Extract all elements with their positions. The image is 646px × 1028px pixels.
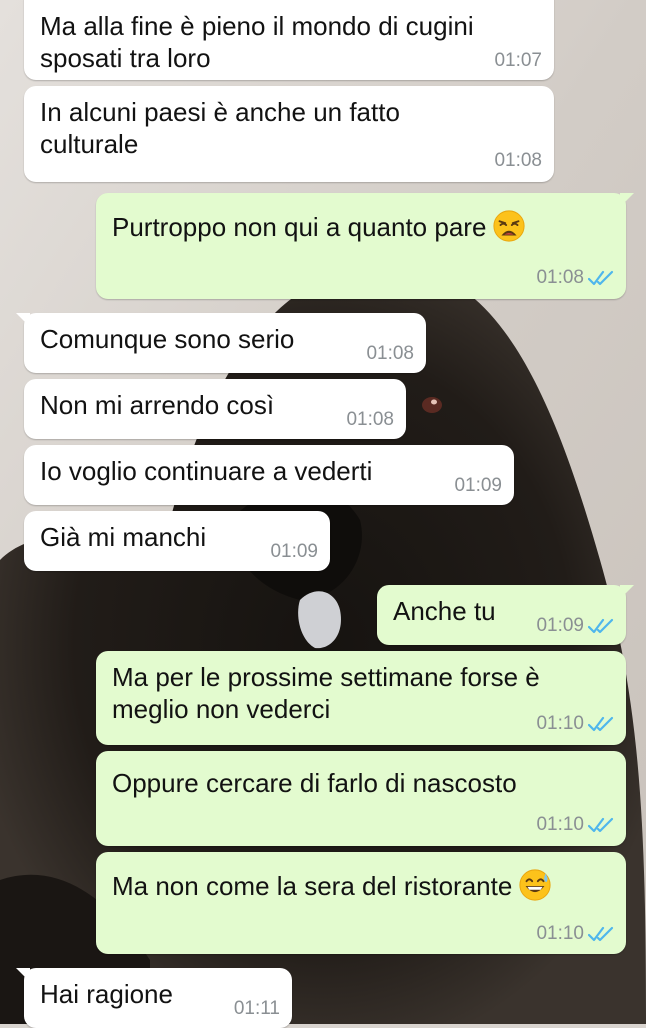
message-meta: 01:08 [494, 150, 542, 172]
double-check-icon [588, 618, 614, 634]
message-text-line: In alcuni paesi è anche un fatto [40, 97, 400, 127]
outgoing-message-bubble[interactable]: Ma non come la sera del ristorante 01:10 [96, 852, 626, 954]
bubble-tail [620, 193, 634, 207]
outgoing-message-bubble[interactable]: Anche tu 01:09 [377, 585, 634, 645]
message-timestamp: 01:09 [454, 475, 502, 496]
message-timestamp: 01:11 [233, 998, 280, 1019]
message-text-line: sposati tra loro [40, 43, 211, 73]
message-text: Oppure cercare di farlo di nascosto [112, 761, 612, 799]
double-check-icon [588, 926, 614, 942]
message-timestamp: 01:10 [536, 814, 584, 835]
message-text-line: Anche tu [393, 596, 496, 626]
double-check-icon [588, 716, 614, 732]
message-text: Non mi arrendo così [40, 389, 392, 421]
message-timestamp: 01:10 [536, 713, 584, 734]
weary-face-emoji [493, 210, 525, 242]
message-meta: 01:07 [494, 50, 542, 72]
double-check-icon [588, 817, 614, 833]
incoming-message-bubble[interactable]: Già mi manchi 01:09 [24, 511, 330, 571]
message-text: Comunque sono serio [40, 323, 412, 355]
message-text-line: Oppure cercare di farlo di nascosto [112, 768, 517, 798]
message-timestamp: 01:08 [494, 150, 542, 171]
message-meta: 01:09 [270, 541, 318, 563]
incoming-message-bubble[interactable]: Comunque sono serio 01:08 [16, 313, 426, 373]
incoming-message-bubble[interactable]: In alcuni paesi è anche un fatto cultural… [24, 86, 554, 182]
outgoing-message-bubble[interactable]: Ma per le prossime settimane forse è megl… [96, 651, 626, 745]
message-meta: 01:10 [536, 814, 614, 836]
outgoing-message-bubble[interactable]: Purtroppo non qui a quanto pare 01:08 [96, 193, 634, 299]
message-meta: 01:10 [536, 923, 614, 945]
bubble-tail [16, 968, 30, 982]
message-timestamp: 01:10 [536, 923, 584, 944]
message-text-line: Ma alla fine è pieno il mondo di cugini [40, 11, 474, 41]
incoming-message-bubble[interactable]: Hai ragione 01:11 [16, 968, 292, 1028]
message-meta: 01:08 [366, 343, 414, 365]
message-text-line: Purtroppo non qui a quanto pare [112, 212, 487, 242]
incoming-message-bubble[interactable]: Io voglio continuare a vederti 01:09 [24, 445, 514, 505]
bubble-tail [16, 313, 30, 327]
message-text-line: Hai ragione [40, 979, 173, 1009]
message-timestamp: 01:08 [536, 267, 584, 288]
bubble-tail [28, 0, 30, 2]
message-meta: 01:09 [536, 615, 614, 637]
incoming-message-bubble[interactable]: Non mi arrendo così 01:08 [24, 379, 406, 439]
message-text: In alcuni paesi è anche un fatto cultural… [40, 96, 540, 160]
grinning-sweat-emoji [519, 869, 551, 901]
message-text: Ma alla fine è pieno il mondo di cugini s… [40, 10, 540, 74]
message-text: Ma non come la sera del ristorante [112, 862, 612, 902]
incoming-message-bubble[interactable]: Ma alla fine è pieno il mondo di cugini s… [24, 0, 554, 80]
message-text-line: Ma per le prossime settimane forse è [112, 662, 540, 692]
bubble-tail [620, 585, 634, 599]
message-meta: 01:10 [536, 713, 614, 735]
message-timestamp: 01:07 [494, 50, 542, 71]
message-timestamp: 01:08 [366, 343, 414, 364]
message-timestamp: 01:09 [270, 541, 318, 562]
double-check-icon [588, 270, 614, 286]
message-timestamp: 01:09 [536, 615, 584, 636]
message-meta: 01:08 [346, 409, 394, 431]
message-text: Io voglio continuare a vederti [40, 455, 500, 487]
message-timestamp: 01:08 [346, 409, 394, 430]
message-meta: 01:09 [454, 475, 502, 497]
message-text-line: Ma non come la sera del ristorante [112, 871, 513, 901]
message-text-line: Io voglio continuare a vederti [40, 456, 373, 486]
message-text-line: Non mi arrendo così [40, 390, 275, 420]
outgoing-message-bubble[interactable]: Oppure cercare di farlo di nascosto 01:10 [96, 751, 626, 846]
message-text-line: Già mi manchi [40, 522, 207, 552]
message-text-line: Comunque sono serio [40, 324, 295, 354]
message-meta: 01:08 [536, 267, 614, 289]
message-text: Purtroppo non qui a quanto pare [112, 203, 612, 243]
message-meta: 01:11 [234, 998, 280, 1020]
message-text-line: culturale [40, 129, 139, 159]
